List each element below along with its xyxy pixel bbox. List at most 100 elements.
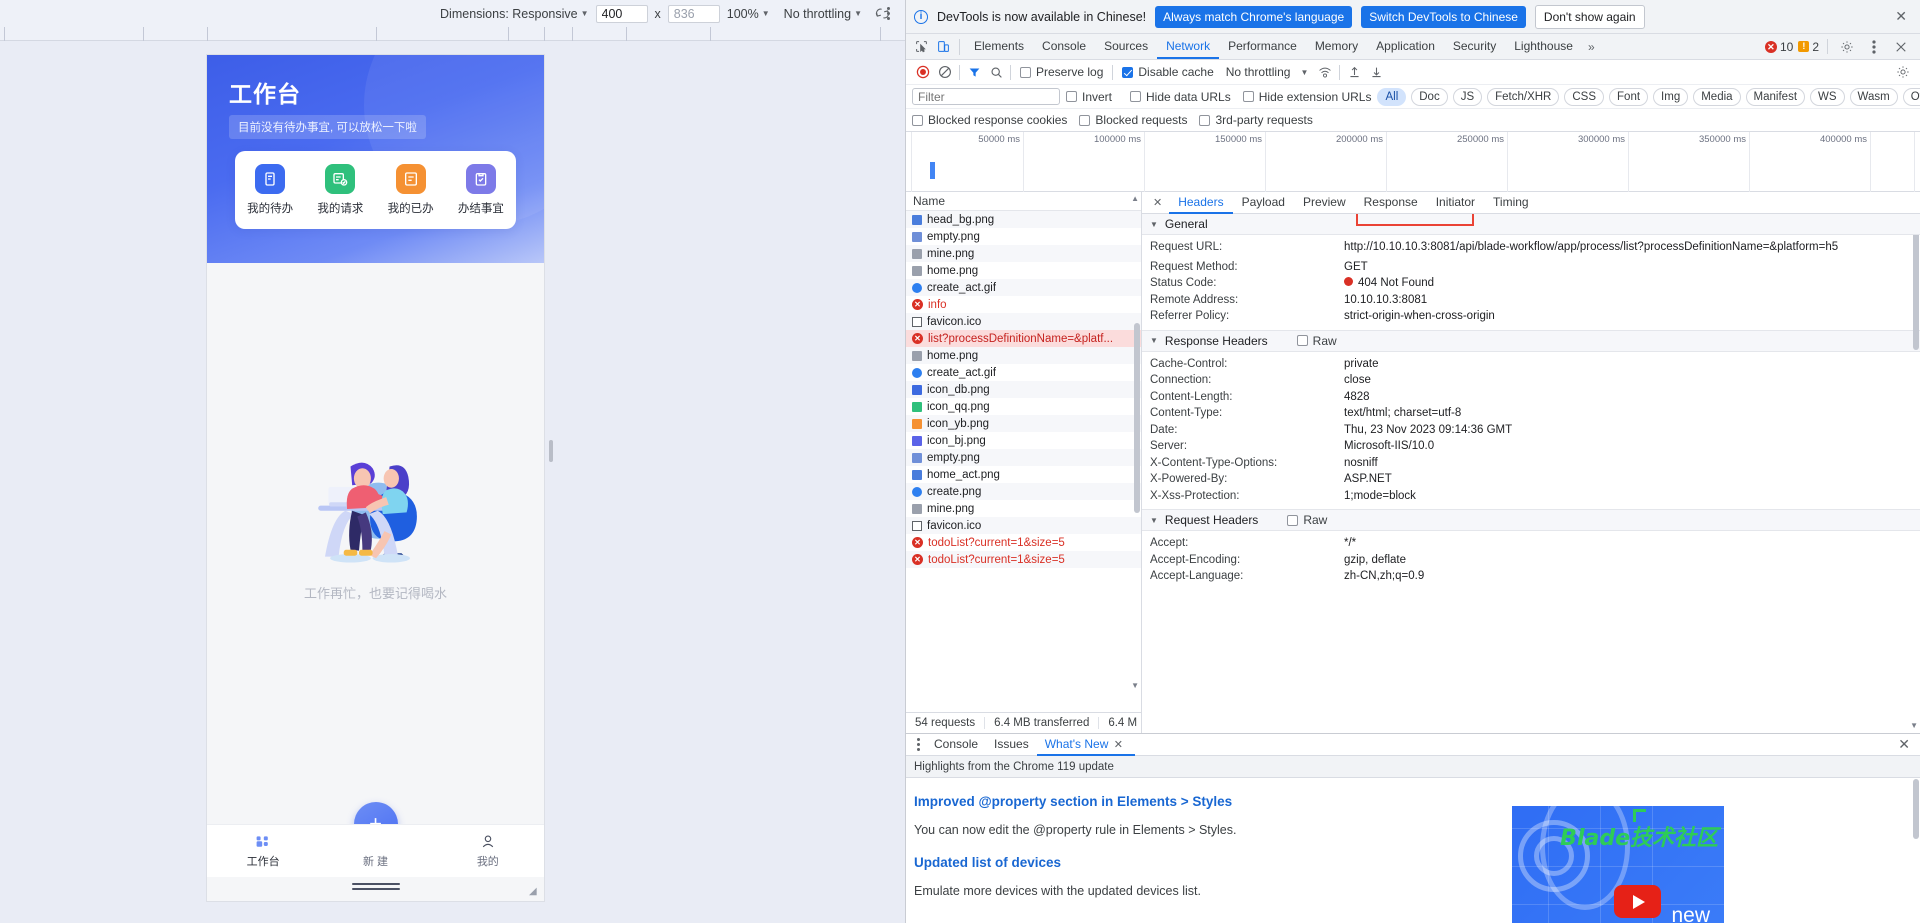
close-icon[interactable]: ✕ bbox=[1892, 736, 1916, 753]
resize-grip[interactable]: ◢ bbox=[529, 886, 541, 898]
error-count-badge[interactable]: ✕ 10 bbox=[1764, 40, 1793, 54]
youtube-play-icon[interactable] bbox=[1614, 885, 1661, 918]
type-filter-all[interactable]: All bbox=[1377, 87, 1407, 106]
network-overview-timeline[interactable]: 50000 ms 100000 ms 150000 ms 200000 ms 2… bbox=[906, 132, 1920, 192]
scroll-down-icon[interactable]: ▼ bbox=[1910, 721, 1918, 730]
device-toolbar-icon[interactable] bbox=[932, 36, 954, 58]
viewport-height-input[interactable] bbox=[667, 4, 720, 23]
clear-icon[interactable] bbox=[934, 61, 956, 83]
kebab-menu-icon[interactable] bbox=[1863, 36, 1885, 58]
dimensions-selector[interactable]: Dimensions: Responsive ▼ bbox=[433, 7, 595, 21]
table-row[interactable]: home.png bbox=[906, 262, 1141, 279]
table-row[interactable]: favicon.ico bbox=[906, 517, 1141, 534]
always-match-language-button[interactable]: Always match Chrome's language bbox=[1155, 5, 1353, 28]
viewport-scrollbar[interactable] bbox=[549, 440, 553, 462]
table-row[interactable]: icon_qq.png bbox=[906, 398, 1141, 415]
scroll-up-icon[interactable]: ▲ bbox=[1131, 194, 1139, 203]
table-row[interactable]: empty.png bbox=[906, 228, 1141, 245]
filter-input[interactable] bbox=[912, 88, 1060, 105]
article-heading[interactable]: Improved @property section in Elements >… bbox=[914, 794, 1920, 809]
more-panels-icon[interactable]: » bbox=[1582, 40, 1600, 54]
tab-console[interactable]: Console bbox=[1033, 35, 1095, 59]
tab-payload[interactable]: Payload bbox=[1233, 192, 1294, 214]
hide-extension-urls-checkbox[interactable]: Hide extension URLs bbox=[1237, 90, 1378, 104]
kebab-menu-icon[interactable] bbox=[910, 738, 926, 751]
table-row[interactable]: favicon.ico bbox=[906, 313, 1141, 330]
invert-checkbox[interactable]: Invert bbox=[1060, 90, 1118, 104]
table-row[interactable]: empty.png bbox=[906, 449, 1141, 466]
tab-timing[interactable]: Timing bbox=[1484, 192, 1538, 214]
hide-data-urls-checkbox[interactable]: Hide data URLs bbox=[1124, 90, 1237, 104]
export-har-icon[interactable] bbox=[1365, 61, 1387, 83]
request-list-scrollbar[interactable] bbox=[1134, 323, 1140, 513]
tab-headers[interactable]: Headers bbox=[1169, 192, 1233, 214]
table-row[interactable]: home_act.png bbox=[906, 466, 1141, 483]
table-row[interactable]: ✕ info bbox=[906, 296, 1141, 313]
third-party-requests-checkbox[interactable]: 3rd-party requests bbox=[1193, 113, 1318, 127]
drawer-tab-whats-new[interactable]: What's New ✕ bbox=[1036, 734, 1135, 756]
tab-response[interactable]: Response bbox=[1355, 192, 1427, 214]
device-throttling-selector[interactable]: No throttling ▼ bbox=[777, 7, 869, 21]
network-throttling-selector[interactable]: No throttling ▼ bbox=[1220, 65, 1315, 79]
zoom-selector[interactable]: 100% ▼ bbox=[720, 7, 777, 21]
import-har-icon[interactable] bbox=[1343, 61, 1365, 83]
table-row[interactable]: icon_yb.png bbox=[906, 415, 1141, 432]
gear-icon[interactable] bbox=[1892, 61, 1914, 83]
close-icon[interactable]: ✕ bbox=[1146, 196, 1169, 209]
type-filter-manifest[interactable]: Manifest bbox=[1745, 87, 1806, 106]
table-row[interactable]: ✕ list?processDefinitionName=&platf... bbox=[906, 330, 1141, 347]
type-filter-font[interactable]: Font bbox=[1609, 87, 1649, 106]
table-row[interactable]: icon_bj.png bbox=[906, 432, 1141, 449]
tabbar-item-create[interactable]: 新 建 bbox=[335, 834, 415, 869]
blocked-response-cookies-checkbox[interactable]: Blocked response cookies bbox=[912, 113, 1073, 127]
table-row[interactable]: ✕ todoList?current=1&size=5 bbox=[906, 551, 1141, 568]
tab-preview[interactable]: Preview bbox=[1294, 192, 1355, 214]
tab-network[interactable]: Network bbox=[1157, 35, 1220, 59]
close-icon[interactable] bbox=[1890, 36, 1912, 58]
detail-scrollbar[interactable] bbox=[1913, 230, 1919, 350]
inspect-element-icon[interactable] bbox=[910, 36, 932, 58]
scroll-down-icon[interactable]: ▼ bbox=[1131, 681, 1139, 690]
request-headers-section-header[interactable]: ▼ Request Headers Raw bbox=[1142, 509, 1920, 531]
close-icon[interactable]: ✕ bbox=[1112, 739, 1127, 751]
network-conditions-icon[interactable] bbox=[1314, 61, 1336, 83]
search-icon[interactable] bbox=[985, 61, 1007, 83]
article-heading[interactable]: Updated list of devices bbox=[914, 855, 1920, 870]
type-filter-wasm[interactable]: Wasm bbox=[1849, 87, 1898, 106]
record-stop-icon[interactable] bbox=[912, 61, 934, 83]
tab-security[interactable]: Security bbox=[1444, 35, 1505, 59]
viewport-width-input[interactable] bbox=[595, 4, 648, 23]
table-row[interactable]: create.png bbox=[906, 483, 1141, 500]
table-row[interactable]: mine.png bbox=[906, 500, 1141, 517]
table-row[interactable]: create_act.gif bbox=[906, 279, 1141, 296]
general-section-header[interactable]: ▼ General bbox=[1142, 214, 1920, 235]
switch-to-chinese-button[interactable]: Switch DevTools to Chinese bbox=[1361, 5, 1526, 28]
tab-initiator[interactable]: Initiator bbox=[1427, 192, 1484, 214]
response-raw-checkbox[interactable]: Raw bbox=[1275, 334, 1343, 348]
device-toolbar-menu-icon[interactable] bbox=[879, 2, 897, 24]
type-filter-doc[interactable]: Doc bbox=[1411, 87, 1448, 106]
drawer-scrollbar[interactable] bbox=[1913, 779, 1919, 839]
tab-memory[interactable]: Memory bbox=[1306, 35, 1367, 59]
quick-action-done[interactable]: 我的已办 bbox=[380, 164, 442, 216]
type-filter-other[interactable]: Other bbox=[1902, 87, 1920, 106]
quick-action-request[interactable]: 我的请求 bbox=[309, 164, 371, 216]
drawer-tab-issues[interactable]: Issues bbox=[986, 734, 1037, 756]
request-raw-checkbox[interactable]: Raw bbox=[1265, 513, 1333, 527]
type-filter-media[interactable]: Media bbox=[1693, 87, 1741, 106]
response-headers-section-header[interactable]: ▼ Response Headers Raw bbox=[1142, 329, 1920, 352]
type-filter-css[interactable]: CSS bbox=[1564, 87, 1605, 106]
disable-cache-checkbox[interactable]: Disable cache bbox=[1116, 65, 1219, 79]
table-row[interactable]: ✕ todoList?current=1&size=5 bbox=[906, 534, 1141, 551]
table-row[interactable]: create_act.gif bbox=[906, 364, 1141, 381]
type-filter-img[interactable]: Img bbox=[1653, 87, 1689, 106]
table-row[interactable]: icon_db.png bbox=[906, 381, 1141, 398]
tab-application[interactable]: Application bbox=[1367, 35, 1444, 59]
tab-elements[interactable]: Elements bbox=[965, 35, 1033, 59]
dont-show-again-button[interactable]: Don't show again bbox=[1534, 4, 1645, 29]
quick-action-finished[interactable]: 办结事宜 bbox=[450, 164, 512, 216]
type-filter-js[interactable]: JS bbox=[1452, 87, 1483, 106]
tabbar-item-mine[interactable]: 我的 bbox=[448, 834, 528, 869]
gear-icon[interactable] bbox=[1836, 36, 1858, 58]
table-row[interactable]: head_bg.png bbox=[906, 211, 1141, 228]
